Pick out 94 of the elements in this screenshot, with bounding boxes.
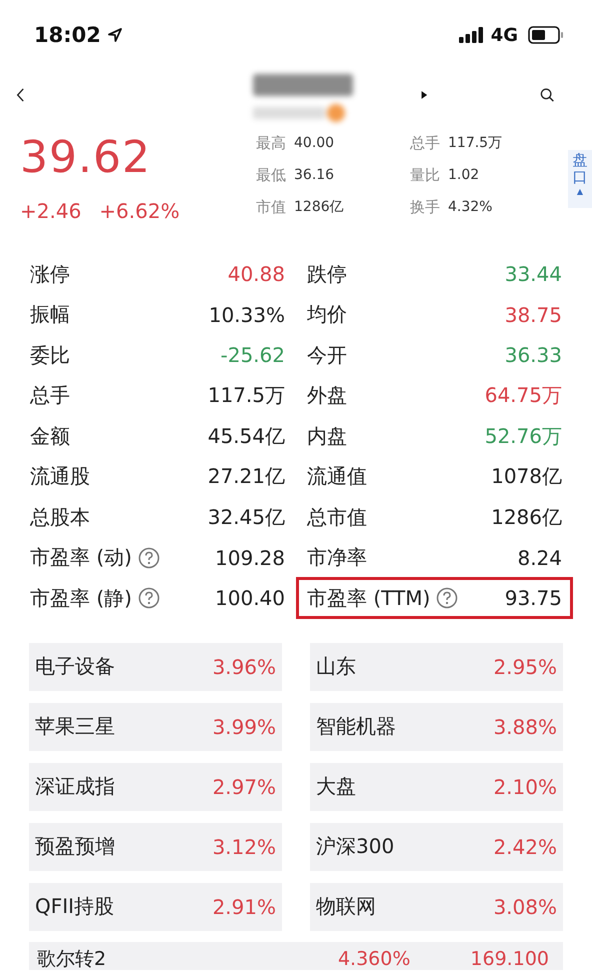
detail-value: 117.5万 xyxy=(208,382,285,410)
detail-label: 振幅 xyxy=(30,301,70,328)
sector-change: 2.10% xyxy=(493,774,557,798)
detail-value: 100.40 xyxy=(215,586,285,610)
sector-card[interactable]: 物联网 3.08% xyxy=(310,882,563,930)
sector-card[interactable]: 大盘 2.10% xyxy=(310,762,563,810)
detail-value: 1286亿 xyxy=(491,504,562,531)
detail-label: 外盘 xyxy=(307,382,347,410)
detail-label: 总市值 xyxy=(307,504,367,531)
sector-card[interactable]: 沪深300 2.42% xyxy=(310,822,563,870)
sector-change: 2.97% xyxy=(212,774,276,798)
detail-label: 涨停 xyxy=(30,260,70,288)
signal-icon xyxy=(458,27,485,43)
detail-label: 今开 xyxy=(307,342,347,369)
price-change: +2.46 xyxy=(20,199,82,223)
status-time: 18:02 xyxy=(34,23,101,47)
detail-label: 市净率 xyxy=(307,544,367,572)
stat-value: 1.02 xyxy=(448,167,480,183)
sector-card[interactable]: 电子设备 3.96% xyxy=(29,642,282,690)
battery-icon xyxy=(528,26,564,44)
stat-value: 40.00 xyxy=(294,135,334,151)
detail-value: 64.75万 xyxy=(484,382,562,410)
detail-value: 33.44 xyxy=(504,262,562,286)
location-arrow-icon xyxy=(106,27,123,43)
bond-card[interactable]: 歌尔转2 4.360% 169.100 xyxy=(29,942,563,970)
detail-value: 38.75 xyxy=(504,302,562,327)
detail-value: 109.28 xyxy=(215,546,285,570)
help-icon[interactable] xyxy=(138,587,160,610)
stat-value: 117.5万 xyxy=(448,134,502,152)
stat-label: 最高 xyxy=(256,134,286,152)
stat-value: 1286亿 xyxy=(294,198,344,216)
detail-label: 均价 xyxy=(307,301,347,328)
sector-card[interactable]: 预盈预增 3.12% xyxy=(29,822,282,870)
sector-change: 3.08% xyxy=(493,894,557,918)
sector-name: 电子设备 xyxy=(35,653,115,680)
detail-label: 总手 xyxy=(30,382,70,410)
detail-value: 32.45亿 xyxy=(208,504,285,531)
detail-value: 45.54亿 xyxy=(208,422,285,450)
detail-label: 跌停 xyxy=(307,260,347,288)
sector-name: 沪深300 xyxy=(316,833,394,860)
sector-change: 3.88% xyxy=(493,714,557,738)
sector-name: 预盈预增 xyxy=(35,833,115,860)
sector-name: 智能机器 xyxy=(316,713,396,740)
detail-value: 27.21亿 xyxy=(208,463,285,490)
detail-label: 内盘 xyxy=(307,422,347,450)
sector-name: 大盘 xyxy=(316,773,356,800)
sector-card[interactable]: 苹果三星 3.99% xyxy=(29,702,282,750)
sector-name: 物联网 xyxy=(316,893,376,920)
bond-change: 4.360% xyxy=(338,948,410,970)
current-price: 39.62 xyxy=(20,132,152,183)
stat-value: 4.32% xyxy=(448,199,492,215)
detail-value: 36.33 xyxy=(504,343,562,368)
sector-card[interactable]: 智能机器 3.88% xyxy=(310,702,563,750)
sector-change: 2.91% xyxy=(212,894,276,918)
stat-label: 换手 xyxy=(410,198,440,216)
bond-price: 169.100 xyxy=(470,948,549,970)
stat-label: 最低 xyxy=(256,166,286,184)
sector-change: 3.12% xyxy=(212,834,276,858)
detail-value: 10.33% xyxy=(208,302,285,327)
sector-card[interactable]: 山东 2.95% xyxy=(310,642,563,690)
detail-label: 总股本 xyxy=(30,504,90,531)
sector-name: 苹果三星 xyxy=(35,713,115,740)
detail-label: 流通股 xyxy=(30,463,90,490)
sector-name: 深证成指 xyxy=(35,773,115,800)
order-book-tab[interactable]: 盘口 ▲ xyxy=(568,150,592,208)
sector-change: 3.96% xyxy=(212,654,276,678)
stat-label: 市值 xyxy=(256,198,286,216)
detail-label: 委比 xyxy=(30,342,70,369)
detail-label: 市盈率 (静) xyxy=(30,584,132,612)
stat-label: 总手 xyxy=(410,134,440,152)
detail-value: 1078亿 xyxy=(491,463,562,490)
stat-value: 36.16 xyxy=(294,167,334,183)
sector-change: 3.99% xyxy=(212,714,276,738)
sector-change: 2.95% xyxy=(493,654,557,678)
sector-card[interactable]: QFII持股 2.91% xyxy=(29,882,282,930)
detail-value: 52.76万 xyxy=(484,422,562,450)
sector-change: 2.42% xyxy=(493,834,557,858)
percent-change: +6.62% xyxy=(99,199,180,223)
detail-value: 40.88 xyxy=(228,262,285,286)
sector-name: QFII持股 xyxy=(35,893,114,920)
help-icon[interactable] xyxy=(138,546,160,569)
bond-name: 歌尔转2 xyxy=(37,948,106,970)
sector-name: 山东 xyxy=(316,653,356,680)
detail-value: 93.75 xyxy=(504,586,562,610)
detail-label: 金额 xyxy=(30,422,70,450)
help-icon[interactable] xyxy=(436,587,458,609)
sector-card[interactable]: 深证成指 2.97% xyxy=(29,762,282,810)
detail-value: 8.24 xyxy=(517,546,562,570)
detail-label: 流通值 xyxy=(307,463,367,490)
detail-label: 市盈率 (动) xyxy=(30,544,132,572)
stat-label: 量比 xyxy=(410,166,440,184)
detail-label: 市盈率 (TTM) xyxy=(307,584,430,612)
detail-value: -25.62 xyxy=(220,343,285,368)
network-label: 4G xyxy=(490,24,518,46)
